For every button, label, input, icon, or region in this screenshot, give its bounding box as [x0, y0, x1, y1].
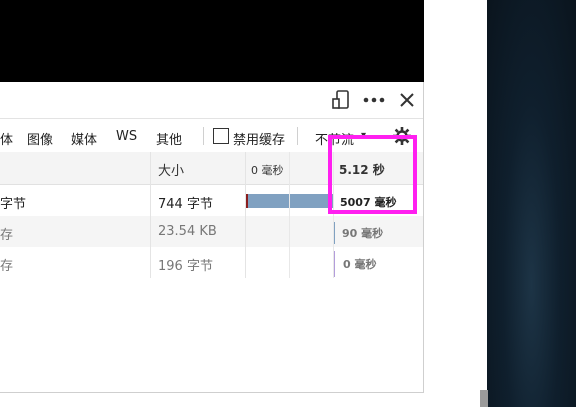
device-emulation-icon[interactable]: [330, 89, 352, 111]
scrollbar[interactable]: [480, 390, 488, 407]
table-row[interactable]: 存 23.54 KB 90 毫秒: [0, 216, 423, 247]
type-cell: 存: [0, 228, 14, 243]
toolbar-separator: [297, 127, 298, 145]
close-icon[interactable]: [396, 89, 418, 111]
disable-cache-checkbox[interactable]: [213, 128, 229, 144]
filter-doc[interactable]: 体: [0, 129, 13, 148]
size-cell: 23.54 KB: [158, 224, 217, 239]
type-cell: 存: [0, 259, 14, 274]
devtools-top-bar: [0, 82, 423, 119]
devtools-network-panel: 体 图像 媒体 WS 其他 禁用缓存 不节流 ▾ 大小 0 毫秒 5.12 秒: [0, 82, 424, 393]
toolbar-separator: [203, 127, 204, 145]
filter-other[interactable]: 其他: [156, 129, 182, 148]
timing-label: 90 毫秒: [342, 227, 384, 240]
column-divider: [245, 152, 246, 278]
filter-images[interactable]: 图像: [27, 129, 53, 148]
more-icon[interactable]: [361, 89, 387, 111]
type-cell: 字节: [0, 197, 27, 212]
disable-cache-label[interactable]: 禁用缓存: [233, 129, 285, 148]
size-cell: 196 字节: [158, 259, 213, 274]
timing-bar: [248, 194, 334, 208]
timing-label: 0 毫秒: [343, 258, 377, 271]
filter-ws[interactable]: WS: [116, 129, 137, 144]
size-cell: 744 字节: [158, 197, 213, 212]
timeline-start-label: 0 毫秒: [251, 164, 284, 177]
timeline-gridline: [289, 152, 290, 278]
size-column-header[interactable]: 大小: [158, 160, 184, 179]
column-divider: [150, 152, 151, 278]
highlight-box: [328, 135, 417, 214]
filter-media[interactable]: 媒体: [71, 129, 97, 148]
video-area: [0, 0, 424, 82]
desktop-wallpaper: [487, 0, 576, 407]
page-background: [424, 0, 487, 407]
table-row[interactable]: 存 196 字节 0 毫秒: [0, 247, 423, 278]
